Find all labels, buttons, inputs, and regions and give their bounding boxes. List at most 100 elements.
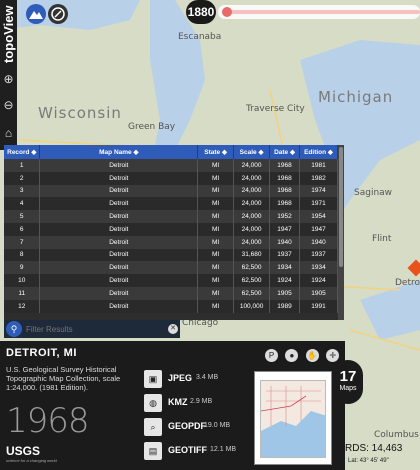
table-cell-state: MI <box>197 184 235 198</box>
maps-count-bubble[interactable]: 17 Maps <box>333 360 363 404</box>
table-cell-scale: 62,500 <box>233 274 271 287</box>
table-cell-record: 4 <box>4 197 41 211</box>
table-cell-name: Detroit <box>39 184 199 198</box>
basemap-satellite-button[interactable] <box>48 4 68 24</box>
map-label-flint: Flint <box>372 234 392 244</box>
table-scrollbar[interactable] <box>338 145 344 320</box>
table-cell-scale: 62,500 <box>233 261 271 275</box>
table-cell-name: Detroit <box>39 171 199 185</box>
download-kmz[interactable]: ◍ KMZ 2.9 MB <box>144 393 254 413</box>
table-cell-state: MI <box>197 299 235 313</box>
year-slider[interactable] <box>218 5 420 19</box>
map-thumbnail[interactable] <box>254 371 332 465</box>
image-icon: ▣ <box>144 370 162 388</box>
table-cell-date: 1924 <box>269 274 301 287</box>
table-cell-state: MI <box>197 286 235 300</box>
table-cell-state: MI <box>197 197 235 211</box>
zoom-in-icon: ⊕ <box>3 72 14 86</box>
basemap-mountain-button[interactable] <box>26 4 46 24</box>
table-row[interactable]: 11 Detroit MI 62,500 1905 1905 <box>4 286 338 300</box>
download-jpeg[interactable]: ▣ JPEG 3.4 MB <box>144 369 254 389</box>
table-cell-record: 7 <box>4 235 41 249</box>
map-label-escanaba: Escanaba <box>178 32 222 42</box>
results-table-panel: Record ◆ Map Name ◆ State ◆ Scale ◆ Date… <box>4 145 344 320</box>
table-cell-name: Detroit <box>39 210 199 223</box>
table-cell-state: MI <box>197 222 235 236</box>
map-label-columbus: Columbus <box>374 430 419 440</box>
map-label-michigan: Michigan <box>318 88 394 106</box>
table-cell-edition: 1947 <box>299 222 338 236</box>
table-cell-edition: 1991 <box>299 299 338 313</box>
header-record[interactable]: Record ◆ <box>4 145 41 159</box>
table-cell-date: 1968 <box>269 184 301 198</box>
map-label-saginaw: Saginaw <box>354 188 393 198</box>
table-cell-record: 8 <box>4 248 41 262</box>
table-row[interactable]: 10 Detroit MI 62,500 1924 1924 <box>4 274 338 287</box>
table-cell-scale: 24,000 <box>233 171 271 185</box>
table-cell-date: 1968 <box>269 159 301 172</box>
table-row[interactable]: 5 Detroit MI 24,000 1952 1954 <box>4 210 338 223</box>
table-cell-state: MI <box>197 261 235 275</box>
table-cell-scale: 24,000 <box>233 197 271 211</box>
usgs-logo: USGS science for a changing world <box>6 444 57 463</box>
map-year: 1968 <box>6 401 90 441</box>
table-row[interactable]: 12 Detroit MI 100,000 1989 1991 <box>4 299 338 313</box>
table-cell-state: MI <box>197 274 235 287</box>
pdf-icon: ⌕ <box>144 418 162 436</box>
table-cell-scale: 24,000 <box>233 222 271 236</box>
table-cell-date: 1937 <box>269 248 301 262</box>
table-row[interactable]: 9 Detroit MI 62,500 1934 1934 <box>4 261 338 275</box>
year-slider-handle[interactable] <box>222 7 232 17</box>
location-pin-icon[interactable]: ● <box>285 349 299 362</box>
table-cell-edition: 1924 <box>299 274 338 287</box>
header-date[interactable]: Date ◆ <box>269 145 301 159</box>
table-cell-record: 10 <box>4 274 41 287</box>
download-geotiff[interactable]: ▤ GEOTIFF 12.1 MB <box>144 441 254 461</box>
zoom-out-icon: ⊖ <box>3 98 14 112</box>
download-geopdf[interactable]: ⌕ GEOPDF 19.0 MB <box>144 417 254 437</box>
table-row[interactable]: 3 Detroit MI 24,000 1968 1974 <box>4 184 338 198</box>
map-thumbnail-image <box>261 386 325 457</box>
file-icon: ▤ <box>144 442 162 460</box>
table-cell-name: Detroit <box>39 286 199 300</box>
table-row[interactable]: 4 Detroit MI 24,000 1968 1971 <box>4 197 338 211</box>
table-cell-date: 1905 <box>269 286 301 300</box>
table-cell-record: 1 <box>4 159 41 172</box>
zoom-out-button[interactable]: ⊖ <box>0 96 17 114</box>
table-row[interactable]: 2 Detroit MI 24,000 1968 1982 <box>4 171 338 185</box>
filter-input[interactable] <box>26 322 176 336</box>
table-cell-edition: 1971 <box>299 197 338 211</box>
header-edition[interactable]: Edition ◆ <box>299 145 338 159</box>
filter-icon[interactable]: ⚲ <box>6 321 22 337</box>
table-scrollbar-thumb[interactable] <box>339 147 343 267</box>
hand-icon[interactable]: ✋ <box>305 349 319 362</box>
header-scale[interactable]: Scale ◆ <box>233 145 271 159</box>
table-cell-name: Detroit <box>39 274 199 287</box>
table-cell-name: Detroit <box>39 261 199 275</box>
table-cell-edition: 1934 <box>299 261 338 275</box>
table-cell-scale: 24,000 <box>233 184 271 198</box>
map-description: U.S. Geological Survey Historical Topogr… <box>6 365 121 392</box>
table-cell-scale: 62,500 <box>233 286 271 300</box>
pinterest-icon[interactable]: P <box>265 349 278 362</box>
table-cell-state: MI <box>197 159 235 172</box>
home-icon: ⌂ <box>4 126 13 140</box>
mountain-icon <box>29 11 43 19</box>
home-button[interactable]: ⌂ <box>0 124 17 142</box>
header-state[interactable]: State ◆ <box>197 145 235 159</box>
table-cell-scale: 100,000 <box>233 299 271 313</box>
table-row[interactable]: 1 Detroit MI 24,000 1968 1981 <box>4 159 338 172</box>
table-cell-record: 3 <box>4 184 41 198</box>
zoom-in-button[interactable]: ⊕ <box>0 70 17 88</box>
header-map-name[interactable]: Map Name ◆ <box>39 145 199 159</box>
results-table-body: 1 Detroit MI 24,000 1968 1981 2 Detroit MI 24,000… <box>4 159 338 313</box>
table-row[interactable]: 8 Detroit MI 31,680 1937 1937 <box>4 248 338 262</box>
table-row[interactable]: 6 Detroit MI 24,000 1947 1947 <box>4 222 338 236</box>
results-table: Record ◆ Map Name ◆ State ◆ Scale ◆ Date… <box>4 145 338 313</box>
satellite-icon <box>51 7 65 21</box>
table-cell-edition: 1937 <box>299 248 338 262</box>
clear-filter-icon[interactable]: ✕ <box>168 324 178 334</box>
table-row[interactable]: 7 Detroit MI 24,000 1940 1940 <box>4 235 338 249</box>
table-cell-date: 1989 <box>269 299 301 313</box>
map-detail-panel: DETROIT, MI P ● ✋ ✛ U.S. Geological Surv… <box>0 341 345 470</box>
